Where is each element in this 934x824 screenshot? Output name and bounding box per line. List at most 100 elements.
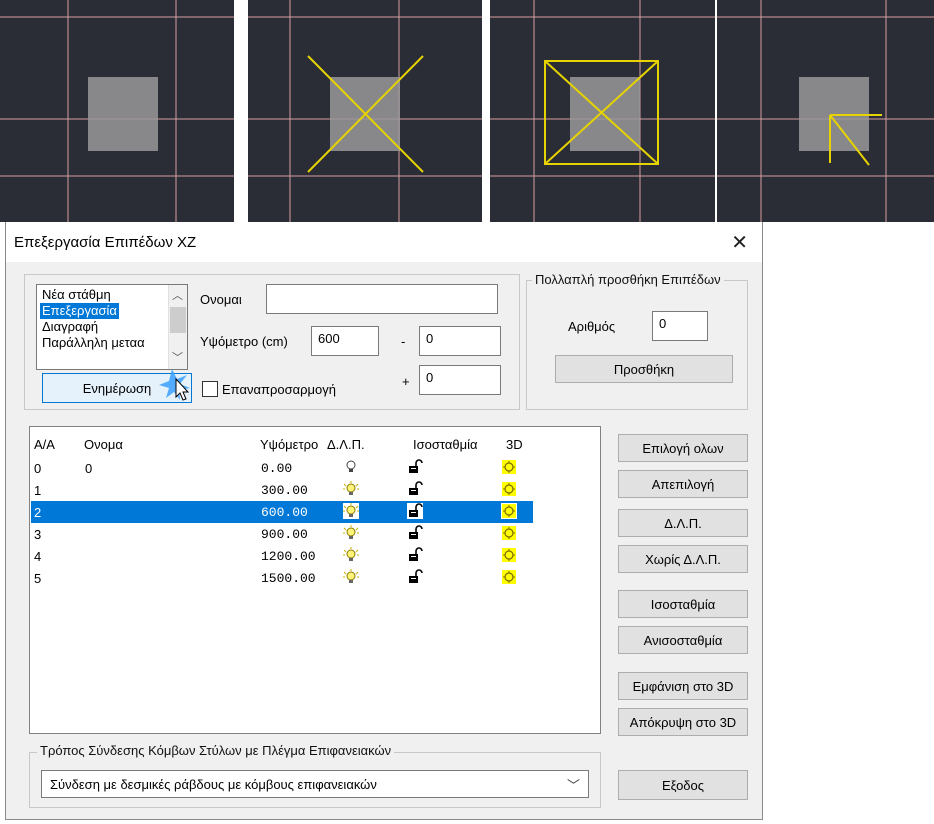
- cell-index: 3: [34, 527, 42, 542]
- bulb-on-icon[interactable]: [343, 547, 359, 563]
- unlock-icon[interactable]: [407, 569, 423, 585]
- cad-preview-x-with-frame: [490, 0, 715, 222]
- exit-button[interactable]: Εξοδος: [618, 770, 748, 800]
- listbox-scrollbar[interactable]: ︿ ﹀: [168, 285, 187, 369]
- column-header-aa[interactable]: Α/Α: [34, 437, 55, 452]
- chevron-down-icon[interactable]: ﹀: [172, 349, 183, 365]
- cell-name: 0: [85, 461, 93, 476]
- cell-elevation: 1200.00: [261, 549, 316, 564]
- unlock-icon[interactable]: [407, 503, 423, 519]
- show-3d-button[interactable]: Εμφάνιση στο 3D: [618, 672, 748, 700]
- level-equal-label: Ισοσταθμία: [650, 596, 716, 612]
- table-row[interactable]: 3 900.00: [31, 523, 533, 545]
- table-row-selected[interactable]: 2 600.00: [31, 501, 533, 523]
- cell-index: 5: [34, 571, 42, 586]
- column-header-elevation[interactable]: Υψόμετρο: [260, 437, 318, 452]
- mode-listbox[interactable]: Νέα στάθμη Επεξεργασία Διαγραφή Παράλληλ…: [36, 284, 188, 370]
- scroll-thumb[interactable]: [170, 307, 186, 333]
- title-bar: Επεξεργασία Επιπέδων XZ ✕: [6, 222, 762, 262]
- no-dlp-button[interactable]: Χωρίς Δ.Λ.Π.: [618, 545, 748, 573]
- readjust-checkbox[interactable]: [202, 381, 218, 397]
- show-3d-icon[interactable]: [501, 459, 517, 475]
- name-input[interactable]: [266, 284, 498, 314]
- list-item[interactable]: Διαγραφή: [40, 319, 100, 335]
- cursor-click-icon: [159, 369, 190, 401]
- deselect-button[interactable]: Απεπιλογή: [618, 470, 748, 498]
- list-item-selected[interactable]: Επεξεργασία: [40, 303, 119, 319]
- cell-elevation: 0.00: [261, 461, 293, 476]
- bulb-on-icon[interactable]: [343, 569, 359, 585]
- cell-elevation: 1500.00: [261, 571, 316, 586]
- hide-3d-button[interactable]: Απόκρυψη στο 3D: [618, 708, 748, 736]
- cell-elevation: 600.00: [261, 505, 308, 520]
- minus-offset-input[interactable]: 0: [419, 326, 501, 356]
- readjust-label: Επαναπροσαρμογή: [222, 382, 336, 397]
- plus-offset-input[interactable]: 0: [419, 365, 501, 395]
- level-unequal-label: Ανισοσταθμία: [643, 632, 723, 648]
- unlock-icon[interactable]: [407, 459, 423, 475]
- list-item[interactable]: Παράλληλη μεταα: [40, 335, 147, 351]
- cad-preview-plain: [0, 0, 234, 222]
- count-input[interactable]: 0: [652, 311, 708, 341]
- exit-label: Εξοδος: [661, 777, 705, 793]
- deselect-label: Απεπιλογή: [651, 476, 715, 492]
- chevron-down-icon[interactable]: ﹀: [567, 775, 580, 794]
- cad-preview-corner-links: [717, 0, 934, 222]
- connection-dropdown[interactable]: Σύνδεση με δεσμικές ράβδους με κόμβους ε…: [41, 770, 589, 798]
- show-3d-icon[interactable]: [501, 525, 517, 541]
- elevation-label: Υψόμετρο (cm): [200, 334, 288, 349]
- no-dlp-label: Χωρίς Δ.Λ.Π.: [645, 551, 721, 567]
- unlock-icon[interactable]: [407, 525, 423, 541]
- unlock-icon[interactable]: [407, 547, 423, 563]
- show-3d-icon[interactable]: [501, 569, 517, 585]
- connection-title: Τρόπος Σύνδεσης Κόμβων Στύλων με Πλέγμα …: [37, 743, 395, 758]
- column-square: [88, 77, 158, 151]
- cell-index: 4: [34, 549, 42, 564]
- cell-index: 0: [34, 461, 42, 476]
- cad-preview-plain-canvas: [0, 0, 234, 222]
- name-label: Ονομαι: [200, 292, 242, 307]
- list-item[interactable]: Νέα στάθμη: [40, 287, 113, 303]
- elevation-input[interactable]: 600: [311, 326, 379, 356]
- add-levels-button[interactable]: Προσθήκη: [555, 355, 733, 383]
- minus-sign: -: [401, 334, 406, 349]
- cad-preview-x-diagonals: [248, 0, 482, 222]
- bulb-off-icon[interactable]: [343, 459, 359, 475]
- column-header-dlp[interactable]: Δ.Λ.Π.: [327, 437, 365, 452]
- chevron-up-icon[interactable]: ︿: [172, 287, 183, 303]
- cell-index: 1: [34, 483, 42, 498]
- cell-elevation: 900.00: [261, 527, 308, 542]
- plus-sign: +: [402, 374, 410, 389]
- bulb-on-icon[interactable]: [343, 525, 359, 541]
- table-row[interactable]: 4 1200.00: [31, 545, 533, 567]
- hide-3d-label: Απόκρυψη στο 3D: [629, 714, 737, 730]
- close-icon[interactable]: ✕: [731, 230, 748, 255]
- levels-table[interactable]: Α/Α Ονομα Υψόμετρο Δ.Λ.Π. Ισοσταθμία 3D …: [29, 426, 601, 734]
- bulb-on-icon[interactable]: [343, 481, 359, 497]
- select-all-button[interactable]: Επιλογή ολων: [618, 434, 748, 462]
- column-header-3d[interactable]: 3D: [506, 437, 523, 452]
- show-3d-icon[interactable]: [501, 481, 517, 497]
- connection-selected: Σύνδεση με δεσμικές ράβδους με κόμβους ε…: [50, 777, 377, 792]
- multi-add-title: Πολλαπλή προσθήκη Επιπέδων: [532, 272, 724, 287]
- column-header-name[interactable]: Ονομα: [84, 437, 123, 452]
- table-row[interactable]: 5 1500.00: [31, 567, 533, 589]
- multi-add-group: [526, 280, 748, 410]
- levels-dialog: Επεξεργασία Επιπέδων XZ ✕ Νέα στάθμη Επε…: [5, 222, 763, 820]
- show-3d-icon[interactable]: [501, 547, 517, 563]
- level-equal-button[interactable]: Ισοσταθμία: [618, 590, 748, 618]
- level-unequal-button[interactable]: Ανισοσταθμία: [618, 626, 748, 654]
- dialog-title: Επεξεργασία Επιπέδων XZ: [14, 234, 197, 251]
- show-3d-icon[interactable]: [501, 503, 517, 519]
- add-levels-label: Προσθήκη: [613, 361, 675, 377]
- update-button-label: Ενημέρωση: [82, 380, 152, 396]
- unlock-icon[interactable]: [407, 481, 423, 497]
- cell-index: 2: [34, 505, 42, 520]
- table-row[interactable]: 0 0 0.00: [31, 457, 533, 479]
- bulb-on-icon[interactable]: [343, 503, 359, 519]
- dlp-button[interactable]: Δ.Λ.Π.: [618, 509, 748, 537]
- column-header-iso[interactable]: Ισοσταθμία: [413, 437, 477, 452]
- select-all-label: Επιλογή ολων: [642, 440, 724, 456]
- cell-elevation: 300.00: [261, 483, 308, 498]
- table-row[interactable]: 1 300.00: [31, 479, 533, 501]
